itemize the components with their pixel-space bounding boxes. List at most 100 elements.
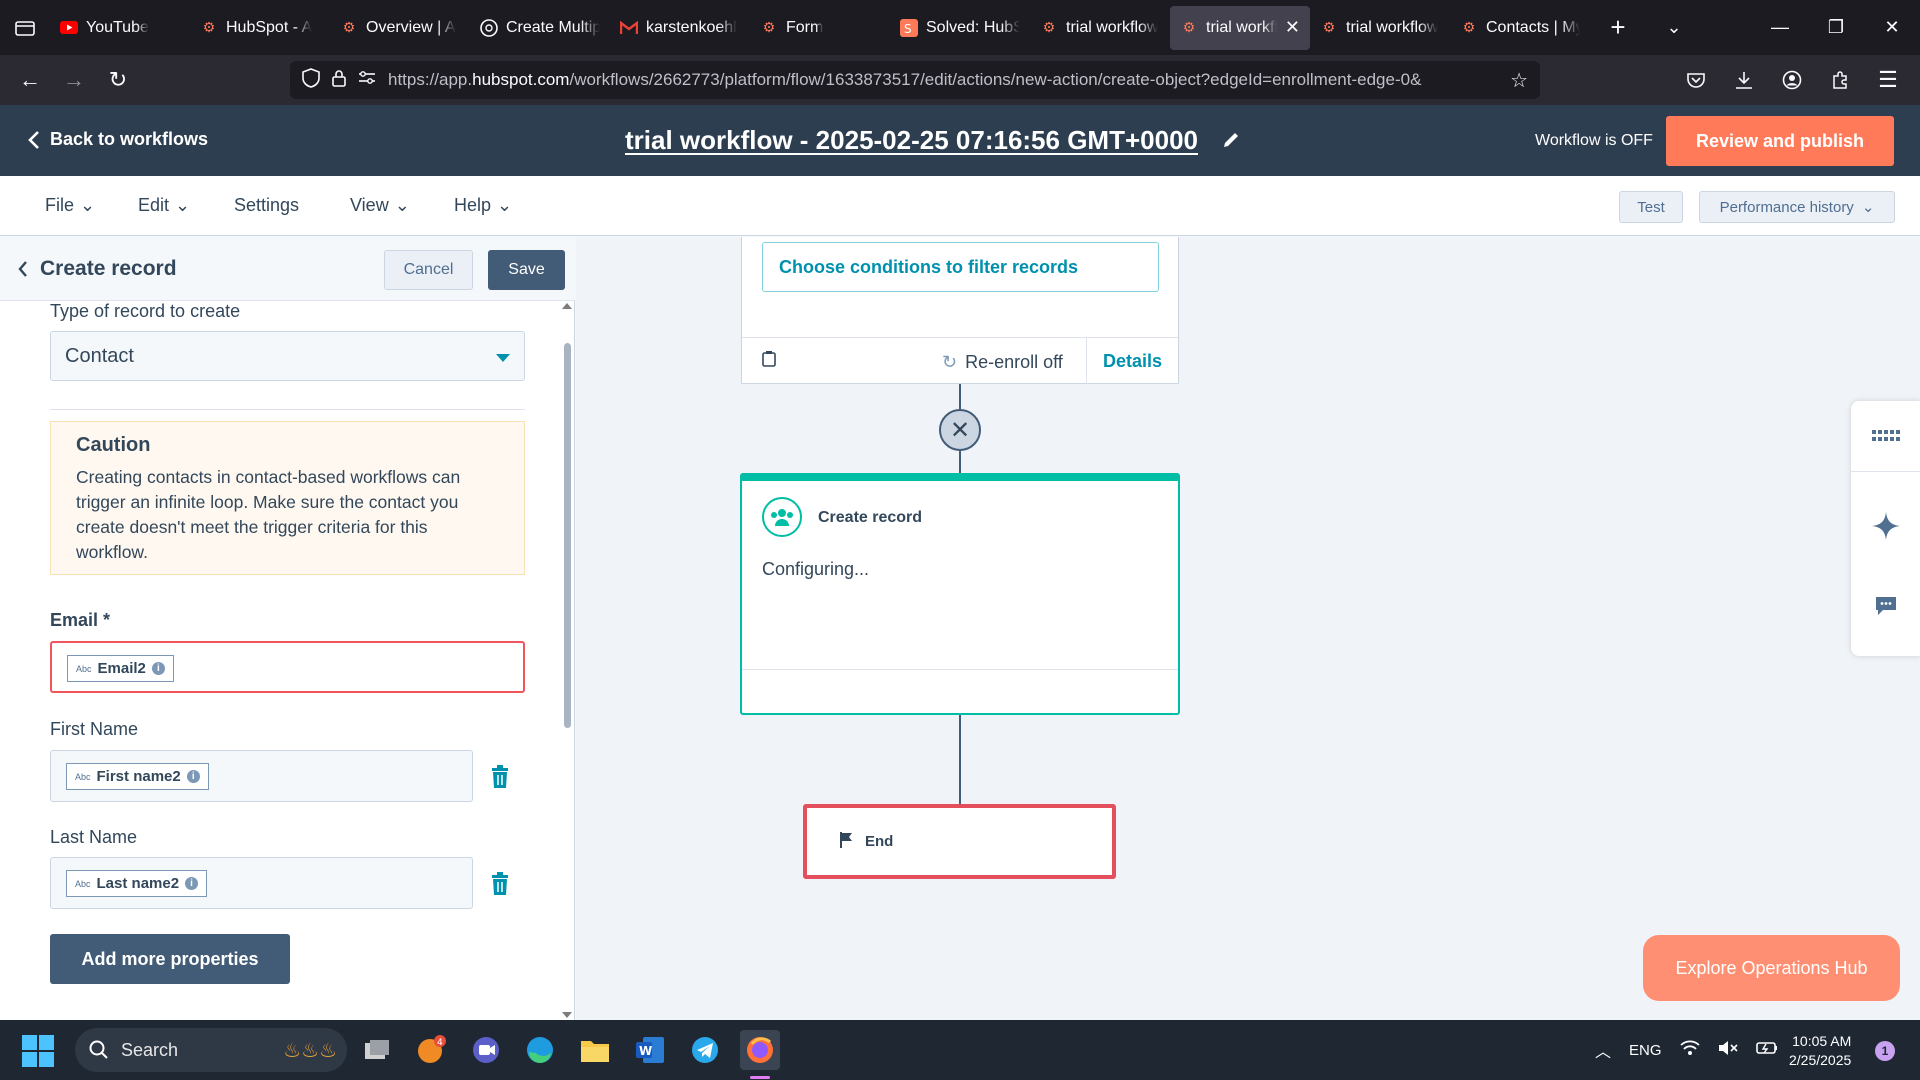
shield-icon[interactable] [302,67,320,93]
test-button[interactable]: Test [1619,191,1683,223]
svg-text:W: W [639,1044,652,1058]
site-permissions-icon[interactable] [358,70,376,90]
keyboard-grid-icon[interactable] [1851,403,1920,469]
pencil-edit-icon[interactable] [1222,125,1240,156]
browser-tab[interactable]: ⚙ Form [750,6,890,50]
connector-line [959,384,961,409]
email-field[interactable]: Abc Email2 i [50,641,525,693]
forward-arrow-icon[interactable]: → [52,60,96,100]
browser-tab[interactable]: ⚙ Overview | A [330,6,470,50]
performance-history-button[interactable]: Performance history ⌄ [1699,191,1895,223]
telegram-icon[interactable] [685,1030,725,1070]
info-icon[interactable]: i [185,877,199,890]
tab-overflow-chevron-icon[interactable]: ⌄ [1646,0,1702,55]
first-name-field[interactable]: Abc First name2 i [50,750,473,802]
panel-title[interactable]: Create record [18,257,177,281]
bookmark-star-icon[interactable]: ☆ [1510,68,1528,93]
panel-scrollbar[interactable] [560,301,574,1020]
menu-view[interactable]: View ⌄ [350,195,410,216]
token-label: Last name2 [96,875,180,892]
language-indicator[interactable]: ENG [1629,1042,1662,1059]
record-type-select[interactable]: Contact [50,331,525,381]
menu-label: Help [454,195,492,215]
pocket-icon[interactable] [1674,60,1718,100]
speaker-muted-icon[interactable] [1718,1040,1738,1060]
property-token[interactable]: Abc Last name2 i [66,870,208,897]
taskbar-search[interactable]: Search ♨♨♨ [75,1028,347,1072]
reload-icon[interactable]: ↻ [96,60,140,100]
firefox-icon[interactable] [740,1030,780,1070]
windows-start-icon[interactable] [22,1035,54,1067]
explore-operations-hub-button[interactable]: Explore Operations Hub [1643,935,1900,1001]
details-link[interactable]: Details [1086,338,1178,384]
restore-icon[interactable]: ❐ [1808,0,1864,55]
property-token[interactable]: Abc Email2 i [67,655,174,682]
orange-app-icon[interactable]: 4 [411,1030,451,1070]
save-button[interactable]: Save [488,250,565,290]
trigger-card-footer: ↻ Re-enroll off Details [742,337,1178,384]
menu-settings[interactable]: Settings [234,195,299,216]
browser-tab[interactable]: ⚙ trial workflow [1310,6,1450,50]
contacts-icon [762,497,802,537]
chevron-up-icon[interactable]: ︿ [1595,1038,1611,1062]
download-icon[interactable] [1722,60,1766,100]
wifi-icon[interactable] [1679,1040,1700,1060]
create-record-action-card[interactable]: Create record Configuring... [740,473,1180,715]
meet-app-icon[interactable] [466,1030,506,1070]
close-tab-icon[interactable]: ✕ [1285,17,1300,38]
choose-conditions-button[interactable]: Choose conditions to filter records [762,242,1159,292]
minimize-icon[interactable]: — [1752,0,1808,55]
notification-badge[interactable]: 1 [1875,1041,1895,1061]
lock-icon[interactable] [332,69,346,92]
new-tab-button[interactable]: + [1590,0,1646,55]
battery-charging-icon[interactable] [1755,1041,1778,1059]
scrollbar-thumb[interactable] [564,343,571,728]
close-window-icon[interactable]: ✕ [1864,0,1920,55]
word-icon[interactable]: W [630,1030,670,1070]
clipboard-icon[interactable] [762,350,776,367]
extensions-icon[interactable] [1818,60,1862,100]
property-token[interactable]: Abc First name2 i [66,763,209,790]
re-enroll-status: ↻ Re-enroll off [942,352,1063,373]
delete-trash-icon[interactable] [490,765,510,789]
workflow-title[interactable]: trial workflow - 2025-02-25 07:16:56 GMT… [625,125,1240,156]
menu-edit[interactable]: Edit ⌄ [138,195,190,216]
panel-header: Create record Cancel Save [0,237,575,301]
cancel-button[interactable]: Cancel [384,250,473,290]
url-text[interactable]: https://app.hubspot.com/workflows/266277… [388,70,1498,90]
review-and-publish-button[interactable]: Review and publish [1666,116,1894,166]
system-clock[interactable]: 10:05 AM 2/25/2025 [1789,1032,1851,1070]
browser-tab[interactable]: YouTube [50,6,190,50]
browser-tab[interactable]: ⚙ trial workflow [1030,6,1170,50]
back-arrow-icon[interactable]: ← [8,60,52,100]
info-icon[interactable]: i [186,770,200,783]
info-icon[interactable]: i [151,662,165,675]
scroll-down-icon [562,1012,572,1018]
back-to-workflows-link[interactable]: Back to workflows [28,129,208,150]
menu-help[interactable]: Help ⌄ [454,195,512,216]
last-name-field[interactable]: Abc Last name2 i [50,857,473,909]
browser-tab[interactable]: ⚙ HubSpot - A [190,6,330,50]
hamburger-menu-icon[interactable]: ☰ [1866,60,1910,100]
menu-file[interactable]: File ⌄ [45,195,95,216]
ai-sparkle-icon[interactable] [1851,493,1920,559]
gmail-icon [620,19,638,37]
browser-tab[interactable]: ⚙ Contacts | My [1450,6,1590,50]
browser-tab-bar: YouTube ⚙ HubSpot - A ⚙ Overview | A Creat… [0,0,1920,55]
edge-browser-icon[interactable] [520,1030,560,1070]
delete-trash-icon[interactable] [490,872,510,896]
browser-tab-active[interactable]: ⚙ trial workfl ✕ [1170,5,1310,50]
url-bar[interactable]: https://app.hubspot.com/workflows/266277… [290,61,1540,99]
task-view-icon[interactable] [357,1030,397,1070]
file-explorer-icon[interactable] [575,1030,615,1070]
add-more-properties-button[interactable]: Add more properties [50,934,290,984]
comment-icon[interactable] [1851,573,1920,639]
browser-tab[interactable]: S Solved: HubS [890,6,1030,50]
browser-tab[interactable]: Create Multip [470,6,610,50]
browser-tab[interactable]: karstenkoehl [610,6,750,50]
action-card-divider [742,669,1178,670]
close-x-icon[interactable]: ✕ [939,409,981,451]
end-node[interactable]: End [803,804,1116,879]
account-icon[interactable] [1770,60,1814,100]
tab-list-button[interactable] [0,0,50,55]
